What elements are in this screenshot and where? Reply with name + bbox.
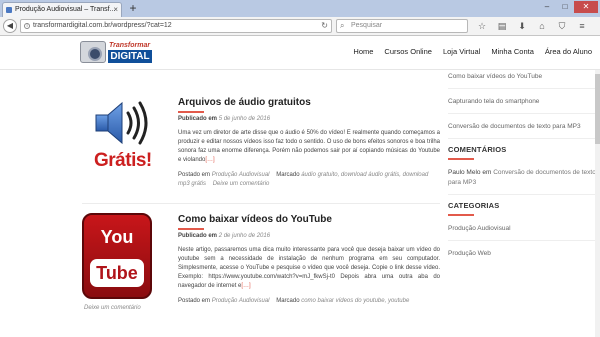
article-meta: Publicado em 5 de junho de 2016 xyxy=(178,115,440,124)
reload-icon[interactable]: ↻ xyxy=(321,20,328,32)
excerpt-text: Neste artigo, passaremos uma dica muito … xyxy=(178,247,440,289)
search-icon: ⌕ xyxy=(340,21,345,30)
recent-post-link[interactable]: Capturando tela do smartphone xyxy=(448,97,598,107)
camera-logo-icon[interactable] xyxy=(80,41,106,63)
tab-title: Produção Audiovisual – Transf... xyxy=(15,6,116,13)
site-header: Transformar DIGITAL Home Cursos Online L… xyxy=(0,36,600,70)
search-input[interactable]: ⌕ Pesquisar xyxy=(336,19,468,33)
article-footer: Postado em Produção Audiovisual Marcado … xyxy=(178,171,440,189)
home-icon[interactable]: ⌂ xyxy=(532,20,552,32)
article-date[interactable]: 2 de junho de 2016 xyxy=(219,233,270,239)
category-link[interactable]: Produção Audiovisual xyxy=(448,224,598,234)
maximize-icon[interactable]: □ xyxy=(556,1,574,13)
recent-comment: Paulo Melo em Conversão de documentos de… xyxy=(448,168,598,188)
article-excerpt: Neste artigo, passaremos uma dica muito … xyxy=(178,246,440,291)
posted-in-label: Postado em xyxy=(178,298,211,304)
category-link[interactable]: Produção Audiovisual xyxy=(212,172,270,178)
search-placeholder: Pesquisar xyxy=(351,22,383,29)
article-excerpt: Uma vez um diretor de arte disse que o á… xyxy=(178,129,440,165)
nav-minha-conta[interactable]: Minha Conta xyxy=(491,47,534,56)
scrollbar-thumb[interactable] xyxy=(595,74,600,144)
comment-link[interactable]: Deixe um comentário xyxy=(84,305,141,311)
back-button[interactable]: ◀ xyxy=(3,19,17,33)
article-thumbnail[interactable]: You Tube xyxy=(82,213,162,299)
categories-heading: CATEGORIAS xyxy=(448,201,500,210)
download-icon[interactable]: ⬇ xyxy=(512,20,532,32)
article-date[interactable]: 5 de junho de 2016 xyxy=(219,116,270,122)
read-more-link[interactable]: […] xyxy=(241,283,250,289)
tagged-label: Marcado xyxy=(276,172,300,178)
clipboard-icon[interactable]: ▤ xyxy=(492,20,512,32)
article-title[interactable]: Arquivos de áudio gratuitos xyxy=(178,96,440,110)
logo-top-text[interactable]: Transformar xyxy=(109,42,150,49)
recent-post-item: Conversão de documentos de texto para MP… xyxy=(448,120,598,139)
nav-area-do-aluno[interactable]: Área do Aluno xyxy=(545,47,592,56)
nav-loja-virtual[interactable]: Loja Virtual xyxy=(443,47,480,56)
tags-links[interactable]: como baixar vídeos do youtube, youtube xyxy=(301,298,409,304)
article-divider xyxy=(82,203,440,204)
category-item: Produção Web xyxy=(448,247,598,265)
url-text: transformardigital.com.br/wordpress/?cat… xyxy=(33,22,172,29)
published-label: Publicado em xyxy=(178,116,218,122)
recent-post-item: Como baixar vídeos do YouTube xyxy=(448,70,598,89)
browser-tabbar: Produção Audiovisual – Transf... × + – □… xyxy=(0,0,600,17)
category-link[interactable]: Produção Web xyxy=(448,249,598,259)
sidebar: Como baixar vídeos do YouTube Capturando… xyxy=(448,70,598,271)
speaker-icon xyxy=(95,101,148,145)
shield-icon[interactable]: ⛉ xyxy=(552,20,572,32)
comment-on-label: em xyxy=(482,169,492,176)
recent-post-item: Capturando tela do smartphone xyxy=(448,95,598,114)
main-nav: Home Cursos Online Loja Virtual Minha Co… xyxy=(353,47,592,56)
minimize-icon[interactable]: – xyxy=(538,1,556,13)
favicon-icon xyxy=(6,7,12,13)
page-scrollbar[interactable] xyxy=(595,70,600,337)
address-bar[interactable]: i transformardigital.com.br/wordpress/?c… xyxy=(20,19,332,33)
close-tab-icon[interactable]: × xyxy=(113,3,118,16)
comment-author[interactable]: Paulo Melo xyxy=(448,169,481,176)
heading-underline xyxy=(448,214,474,216)
close-window-icon[interactable]: ✕ xyxy=(574,1,598,13)
article-thumbnail[interactable]: Grátis! xyxy=(82,96,162,186)
toolbar-icons: ☆ ▤ ⬇ ⌂ ⛉ ≡ xyxy=(472,20,592,32)
logo-main-text[interactable]: DIGITAL xyxy=(108,50,152,63)
info-icon[interactable]: i xyxy=(24,23,30,29)
article-meta: Publicado em 2 de junho de 2016 xyxy=(178,232,440,241)
browser-tab[interactable]: Produção Audiovisual – Transf... × xyxy=(2,2,122,17)
browser-toolbar: ◀ i transformardigital.com.br/wordpress/… xyxy=(0,17,600,36)
star-icon[interactable]: ☆ xyxy=(472,20,492,32)
title-underline xyxy=(178,228,204,230)
window-controls: – □ ✕ xyxy=(538,1,598,15)
excerpt-text: Uma vez um diretor de arte disse que o á… xyxy=(178,130,440,163)
youtube-logo-icon: You Tube xyxy=(82,213,152,299)
heading-underline xyxy=(448,158,474,160)
category-link[interactable]: Produção Audiovisual xyxy=(212,298,270,304)
comments-heading: COMENTÁRIOS xyxy=(448,145,507,154)
tagged-label: Marcado xyxy=(276,298,300,304)
recent-post-link[interactable]: Conversão de documentos de texto para MP… xyxy=(448,122,598,132)
recent-comment-item: Paulo Melo em Conversão de documentos de… xyxy=(448,166,598,195)
nav-cursos-online[interactable]: Cursos Online xyxy=(384,47,432,56)
gratis-label: Grátis! xyxy=(94,150,152,171)
posted-in-label: Postado em xyxy=(178,172,211,178)
article-title[interactable]: Como baixar vídeos do YouTube xyxy=(178,213,440,227)
comment-link[interactable]: Deixe um comentário xyxy=(213,181,270,187)
read-more-link[interactable]: […] xyxy=(205,157,214,163)
new-tab-button[interactable]: + xyxy=(126,1,140,15)
menu-icon[interactable]: ≡ xyxy=(572,20,592,32)
youtube-you-text: You xyxy=(100,227,134,247)
youtube-tube-text: Tube xyxy=(90,259,144,287)
published-label: Publicado em xyxy=(178,233,218,239)
title-underline xyxy=(178,111,204,113)
category-item: Produção Audiovisual xyxy=(448,222,598,241)
recent-post-link[interactable]: Como baixar vídeos do YouTube xyxy=(448,72,598,82)
nav-home[interactable]: Home xyxy=(353,47,373,56)
article-footer: Postado em Produção Audiovisual Marcado … xyxy=(178,297,440,306)
